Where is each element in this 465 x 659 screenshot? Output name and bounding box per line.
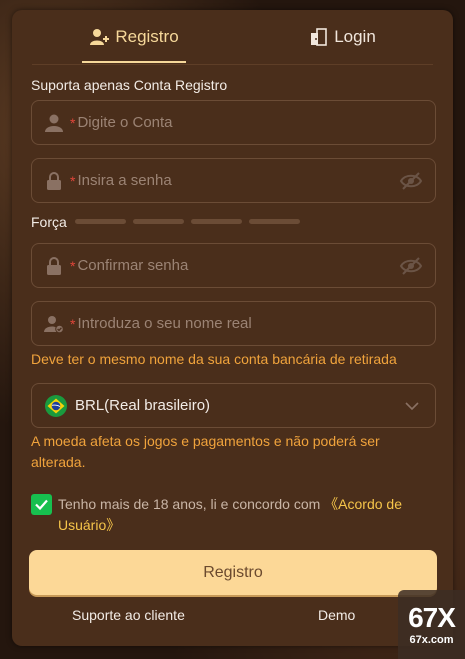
- password-input[interactable]: [77, 172, 399, 189]
- tab-login[interactable]: Login: [302, 10, 382, 64]
- eye-closed-icon[interactable]: [399, 254, 423, 278]
- strength-bar: [191, 219, 242, 224]
- currency-hint: A moeda afeta os jogos e pagamentos e nã…: [31, 433, 380, 470]
- checkmark-icon: [35, 499, 48, 511]
- lock-icon: [47, 256, 61, 275]
- tab-login-label: Login: [334, 27, 376, 46]
- strength-bar: [249, 219, 300, 224]
- required-mark: *: [70, 114, 76, 131]
- agreement-checkbox[interactable]: [31, 494, 52, 515]
- strength-bar: [75, 219, 126, 224]
- password-field[interactable]: *: [31, 158, 436, 203]
- lock-icon: [47, 171, 61, 190]
- active-tab-indicator: [82, 61, 186, 63]
- account-input[interactable]: [77, 114, 435, 131]
- verified-user-icon: [44, 315, 64, 333]
- currency-select[interactable]: BRL(Real brasileiro): [31, 383, 436, 428]
- account-label: Suporta apenas Conta Registro: [31, 77, 228, 93]
- watermark-logo: 67X: [408, 601, 456, 633]
- required-mark: *: [70, 172, 76, 189]
- site-watermark: 67X 67x.com: [398, 590, 465, 659]
- tab-registro-label: Registro: [115, 27, 179, 46]
- currency-value: BRL(Real brasileiro): [75, 397, 211, 414]
- chevron-down-icon: [405, 401, 419, 410]
- agreement-statement: Tenho mais de 18 anos, li e concordo com: [58, 496, 325, 512]
- demo-link[interactable]: Demo: [318, 607, 355, 623]
- required-mark: *: [70, 315, 76, 332]
- strength-bar: [133, 219, 184, 224]
- account-field[interactable]: *: [31, 100, 436, 145]
- watermark-domain: 67x.com: [409, 633, 454, 646]
- confirm-password-input[interactable]: [77, 257, 399, 274]
- realname-hint: Deve ter o mesmo nome da sua conta bancá…: [31, 351, 397, 367]
- add-user-icon: [90, 29, 110, 45]
- realname-field[interactable]: *: [31, 301, 436, 346]
- agreement-text: Tenho mais de 18 anos, li e concordo com…: [58, 494, 436, 536]
- register-panel: Registro Login Suporta apenas Conta Regi…: [12, 10, 453, 646]
- brazil-flag-icon: [45, 394, 67, 417]
- user-icon: [45, 114, 63, 132]
- realname-input[interactable]: [77, 315, 435, 332]
- strength-label: Força: [31, 214, 67, 230]
- required-mark: *: [70, 257, 76, 274]
- customer-support-link[interactable]: Suporte ao cliente: [72, 607, 185, 623]
- login-door-icon: [311, 28, 327, 46]
- confirm-password-field[interactable]: *: [31, 243, 436, 288]
- tabs-divider: [32, 64, 433, 65]
- auth-tabs: Registro Login: [12, 10, 453, 64]
- register-submit-button[interactable]: Registro: [29, 550, 437, 595]
- eye-closed-icon[interactable]: [399, 169, 423, 193]
- tab-registro[interactable]: Registro: [82, 10, 186, 64]
- agreement-row: Tenho mais de 18 anos, li e concordo com…: [31, 494, 436, 536]
